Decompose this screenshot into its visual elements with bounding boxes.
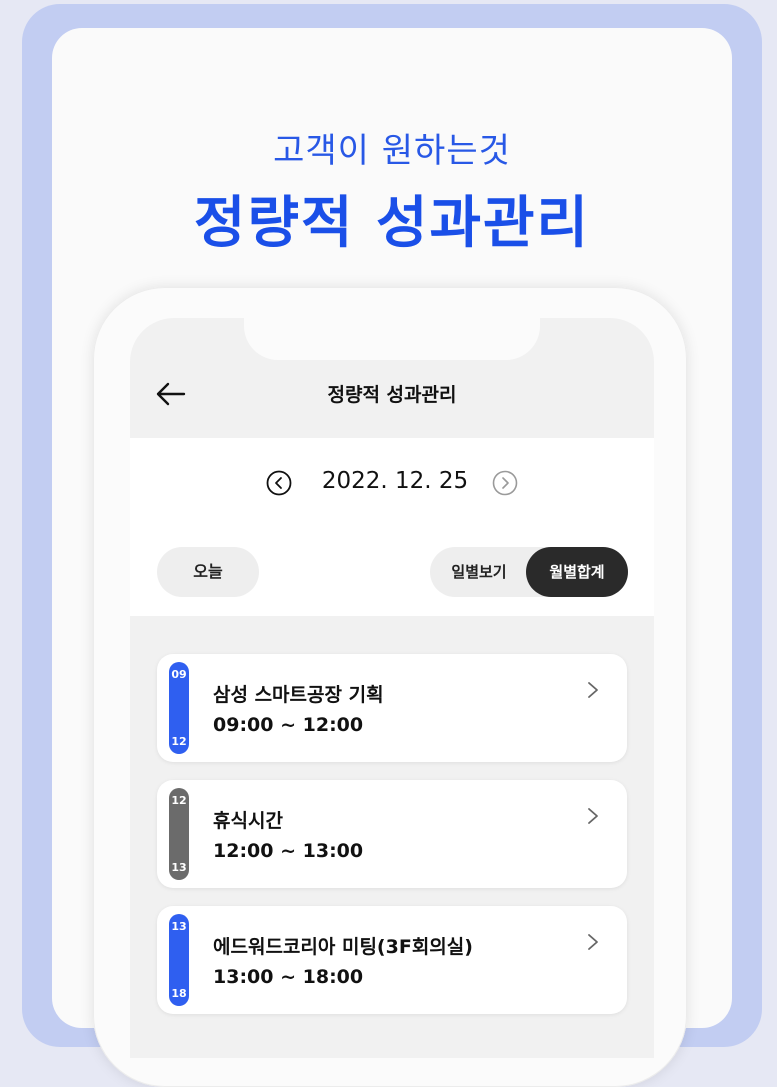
- banner-headline: 정량적 성과관리: [193, 191, 591, 256]
- daily-view-button[interactable]: 일별보기: [430, 547, 528, 597]
- start-hour: 13: [171, 920, 187, 933]
- date-navigator: 2022. 12. 25: [130, 438, 654, 527]
- time-bar: 13 18: [169, 914, 189, 1006]
- event-title: 에드워드코리아 미팅(3F회의실): [213, 936, 473, 958]
- view-controls: 오늘 일별보기 월별합계: [130, 526, 654, 616]
- time-bar: 12 13: [169, 788, 189, 880]
- chevron-right-icon[interactable]: [585, 932, 601, 952]
- page-title: 정량적 성과관리: [327, 384, 457, 406]
- schedule-item[interactable]: 12 13 휴식시간 12:00 ~ 13:00: [157, 780, 627, 888]
- schedule-item[interactable]: 09 12 삼성 스마트공장 기획 09:00 ~ 12:00: [157, 654, 627, 762]
- chevron-right-icon[interactable]: [585, 806, 601, 826]
- current-date: 2022. 12. 25: [321, 468, 469, 494]
- end-hour: 12: [171, 735, 187, 748]
- start-hour: 09: [171, 668, 187, 681]
- end-hour: 18: [171, 987, 187, 1000]
- time-bar: 09 12: [169, 662, 189, 754]
- today-button[interactable]: 오늘: [157, 547, 259, 597]
- chevron-left-circle-icon[interactable]: [266, 470, 292, 496]
- event-title: 휴식시간: [213, 810, 283, 832]
- end-hour: 13: [171, 861, 187, 874]
- phone-screen: 정량적 성과관리 2022. 12. 25 오늘 일별보기 월별합계 09 12…: [130, 318, 654, 1058]
- start-hour: 12: [171, 794, 187, 807]
- monthly-total-button[interactable]: 월별합계: [526, 547, 628, 597]
- chevron-right-circle-icon[interactable]: [492, 470, 518, 496]
- chevron-right-icon[interactable]: [585, 680, 601, 700]
- event-title: 삼성 스마트공장 기획: [213, 684, 384, 706]
- schedule-item[interactable]: 13 18 에드워드코리아 미팅(3F회의실) 13:00 ~ 18:00: [157, 906, 627, 1014]
- event-time: 09:00 ~ 12:00: [213, 714, 364, 736]
- view-toggle: 일별보기 월별합계: [430, 547, 628, 597]
- phone-notch: [244, 310, 540, 360]
- event-time: 13:00 ~ 18:00: [213, 966, 364, 988]
- banner-subtitle: 고객이 원하는것: [273, 131, 511, 171]
- event-time: 12:00 ~ 13:00: [213, 840, 364, 862]
